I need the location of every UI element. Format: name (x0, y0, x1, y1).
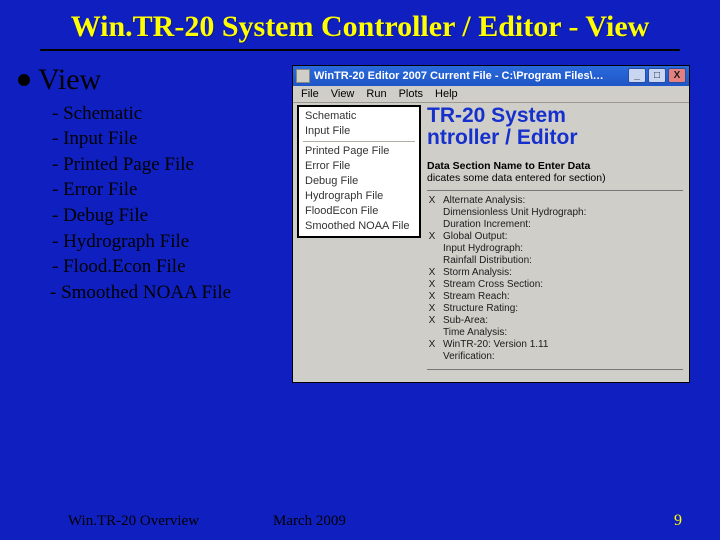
x-mark: X (427, 195, 437, 206)
app-window: WinTR-20 Editor 2007 Current File - C:\P… (292, 65, 690, 383)
section-label: Verification: (443, 351, 495, 362)
section-row[interactable]: X Alternate Analysis: (427, 195, 683, 207)
footer-center: March 2009 (273, 513, 674, 530)
section-row[interactable]: Input Hydrograph: (427, 243, 683, 255)
list-item: Input File (18, 126, 286, 152)
list-item: Flood.Econ File (18, 254, 286, 280)
slide-title: Win.TR-20 System Controller / Editor - V… (0, 0, 720, 49)
section-label: Dimensionless Unit Hydrograph: (443, 207, 586, 218)
list-item: Hydrograph File (18, 229, 286, 255)
section-row[interactable]: X Stream Reach: (427, 291, 683, 303)
list-item: Schematic (18, 101, 286, 127)
app-title-line2: ntroller / Editor (427, 127, 683, 150)
footer-left: Win.TR-20 Overview (68, 513, 273, 530)
minimize-button[interactable]: _ (628, 68, 646, 83)
x-mark (427, 219, 437, 230)
menu-item[interactable]: Error File (299, 159, 419, 174)
right-column: WinTR-20 Editor 2007 Current File - C:\P… (292, 57, 702, 383)
title-underline (40, 49, 680, 51)
section-label: Duration Increment: (443, 219, 531, 230)
bullet-heading-label: View (38, 63, 101, 97)
bullet-icon (18, 74, 30, 86)
section-label: Rainfall Distribution: (443, 255, 532, 266)
section-row[interactable]: X Global Output: (427, 231, 683, 243)
list-item: Error File (18, 177, 286, 203)
section-label: Storm Analysis: (443, 267, 512, 278)
x-mark (427, 327, 437, 338)
section-label: Alternate Analysis: (443, 195, 525, 206)
section-label: Input Hydrograph: (443, 243, 523, 254)
section-label: Stream Cross Section: (443, 279, 543, 290)
x-mark: X (427, 339, 437, 350)
x-mark: X (427, 267, 437, 278)
menu-plots[interactable]: Plots (399, 88, 423, 100)
menu-separator (303, 141, 415, 142)
app-title-line1: TR-20 System (427, 105, 683, 128)
section-row[interactable]: X Sub-Area: (427, 315, 683, 327)
menu-file[interactable]: File (301, 88, 319, 100)
slide-number: 9 (674, 512, 682, 530)
app-icon (296, 69, 310, 83)
section-row[interactable]: X WinTR-20: Version 1.11 (427, 339, 683, 351)
x-mark (427, 243, 437, 254)
divider (427, 369, 683, 370)
divider (427, 190, 683, 191)
menu-item[interactable]: Debug File (299, 174, 419, 189)
section-row[interactable]: X Stream Cross Section: (427, 279, 683, 291)
section-row[interactable]: Duration Increment: (427, 219, 683, 231)
view-dropdown: Schematic Input File Printed Page File E… (297, 105, 421, 238)
section-row[interactable]: Rainfall Distribution: (427, 255, 683, 267)
section-row[interactable]: X Structure Rating: (427, 303, 683, 315)
menu-item[interactable]: Printed Page File (299, 144, 419, 159)
list-item: Smoothed NOAA File (18, 280, 286, 306)
menu-run[interactable]: Run (366, 88, 386, 100)
instruction-line2: dicates some data entered for section) (427, 172, 683, 184)
x-mark: X (427, 279, 437, 290)
section-row[interactable]: X Storm Analysis: (427, 267, 683, 279)
section-row[interactable]: Verification: (427, 351, 683, 363)
main-panel: TR-20 System ntroller / Editor Data Sect… (421, 103, 689, 382)
list-item: Printed Page File (18, 152, 286, 178)
menu-item[interactable]: Schematic (299, 109, 419, 124)
section-label: Global Output: (443, 231, 507, 242)
window-title: WinTR-20 Editor 2007 Current File - C:\P… (314, 70, 628, 82)
menubar: File View Run Plots Help (293, 86, 689, 103)
section-label: Structure Rating: (443, 303, 518, 314)
menu-item[interactable]: Hydrograph File (299, 189, 419, 204)
section-row[interactable]: Dimensionless Unit Hydrograph: (427, 207, 683, 219)
footer: Win.TR-20 Overview March 2009 9 (0, 512, 720, 530)
section-label: Time Analysis: (443, 327, 507, 338)
maximize-button[interactable]: □ (648, 68, 666, 83)
menu-item[interactable]: FloodEcon File (299, 204, 419, 219)
list-item: Debug File (18, 203, 286, 229)
bullet-heading: View (18, 63, 286, 97)
content-row: View Schematic Input File Printed Page F… (0, 57, 720, 383)
menu-item[interactable]: Input File (299, 124, 419, 139)
section-list: X Alternate Analysis: Dimensionless Unit … (427, 195, 683, 363)
x-mark (427, 207, 437, 218)
window-buttons: _ □ X (628, 68, 686, 83)
x-mark (427, 255, 437, 266)
x-mark: X (427, 291, 437, 302)
x-mark: X (427, 231, 437, 242)
instruction-line1: Data Section Name to Enter Data (427, 160, 683, 172)
section-label: WinTR-20: Version 1.11 (443, 339, 548, 350)
section-label: Stream Reach: (443, 291, 510, 302)
x-mark (427, 351, 437, 362)
client-area: Schematic Input File Printed Page File E… (293, 103, 689, 382)
sublist: Schematic Input File Printed Page File E… (18, 101, 286, 306)
titlebar: WinTR-20 Editor 2007 Current File - C:\P… (293, 66, 689, 86)
left-column: View Schematic Input File Printed Page F… (18, 57, 286, 383)
x-mark: X (427, 303, 437, 314)
menu-view[interactable]: View (331, 88, 355, 100)
menu-help[interactable]: Help (435, 88, 458, 100)
section-row[interactable]: Time Analysis: (427, 327, 683, 339)
menu-item[interactable]: Smoothed NOAA File (299, 219, 419, 234)
x-mark: X (427, 315, 437, 326)
section-label: Sub-Area: (443, 315, 488, 326)
close-button[interactable]: X (668, 68, 686, 83)
